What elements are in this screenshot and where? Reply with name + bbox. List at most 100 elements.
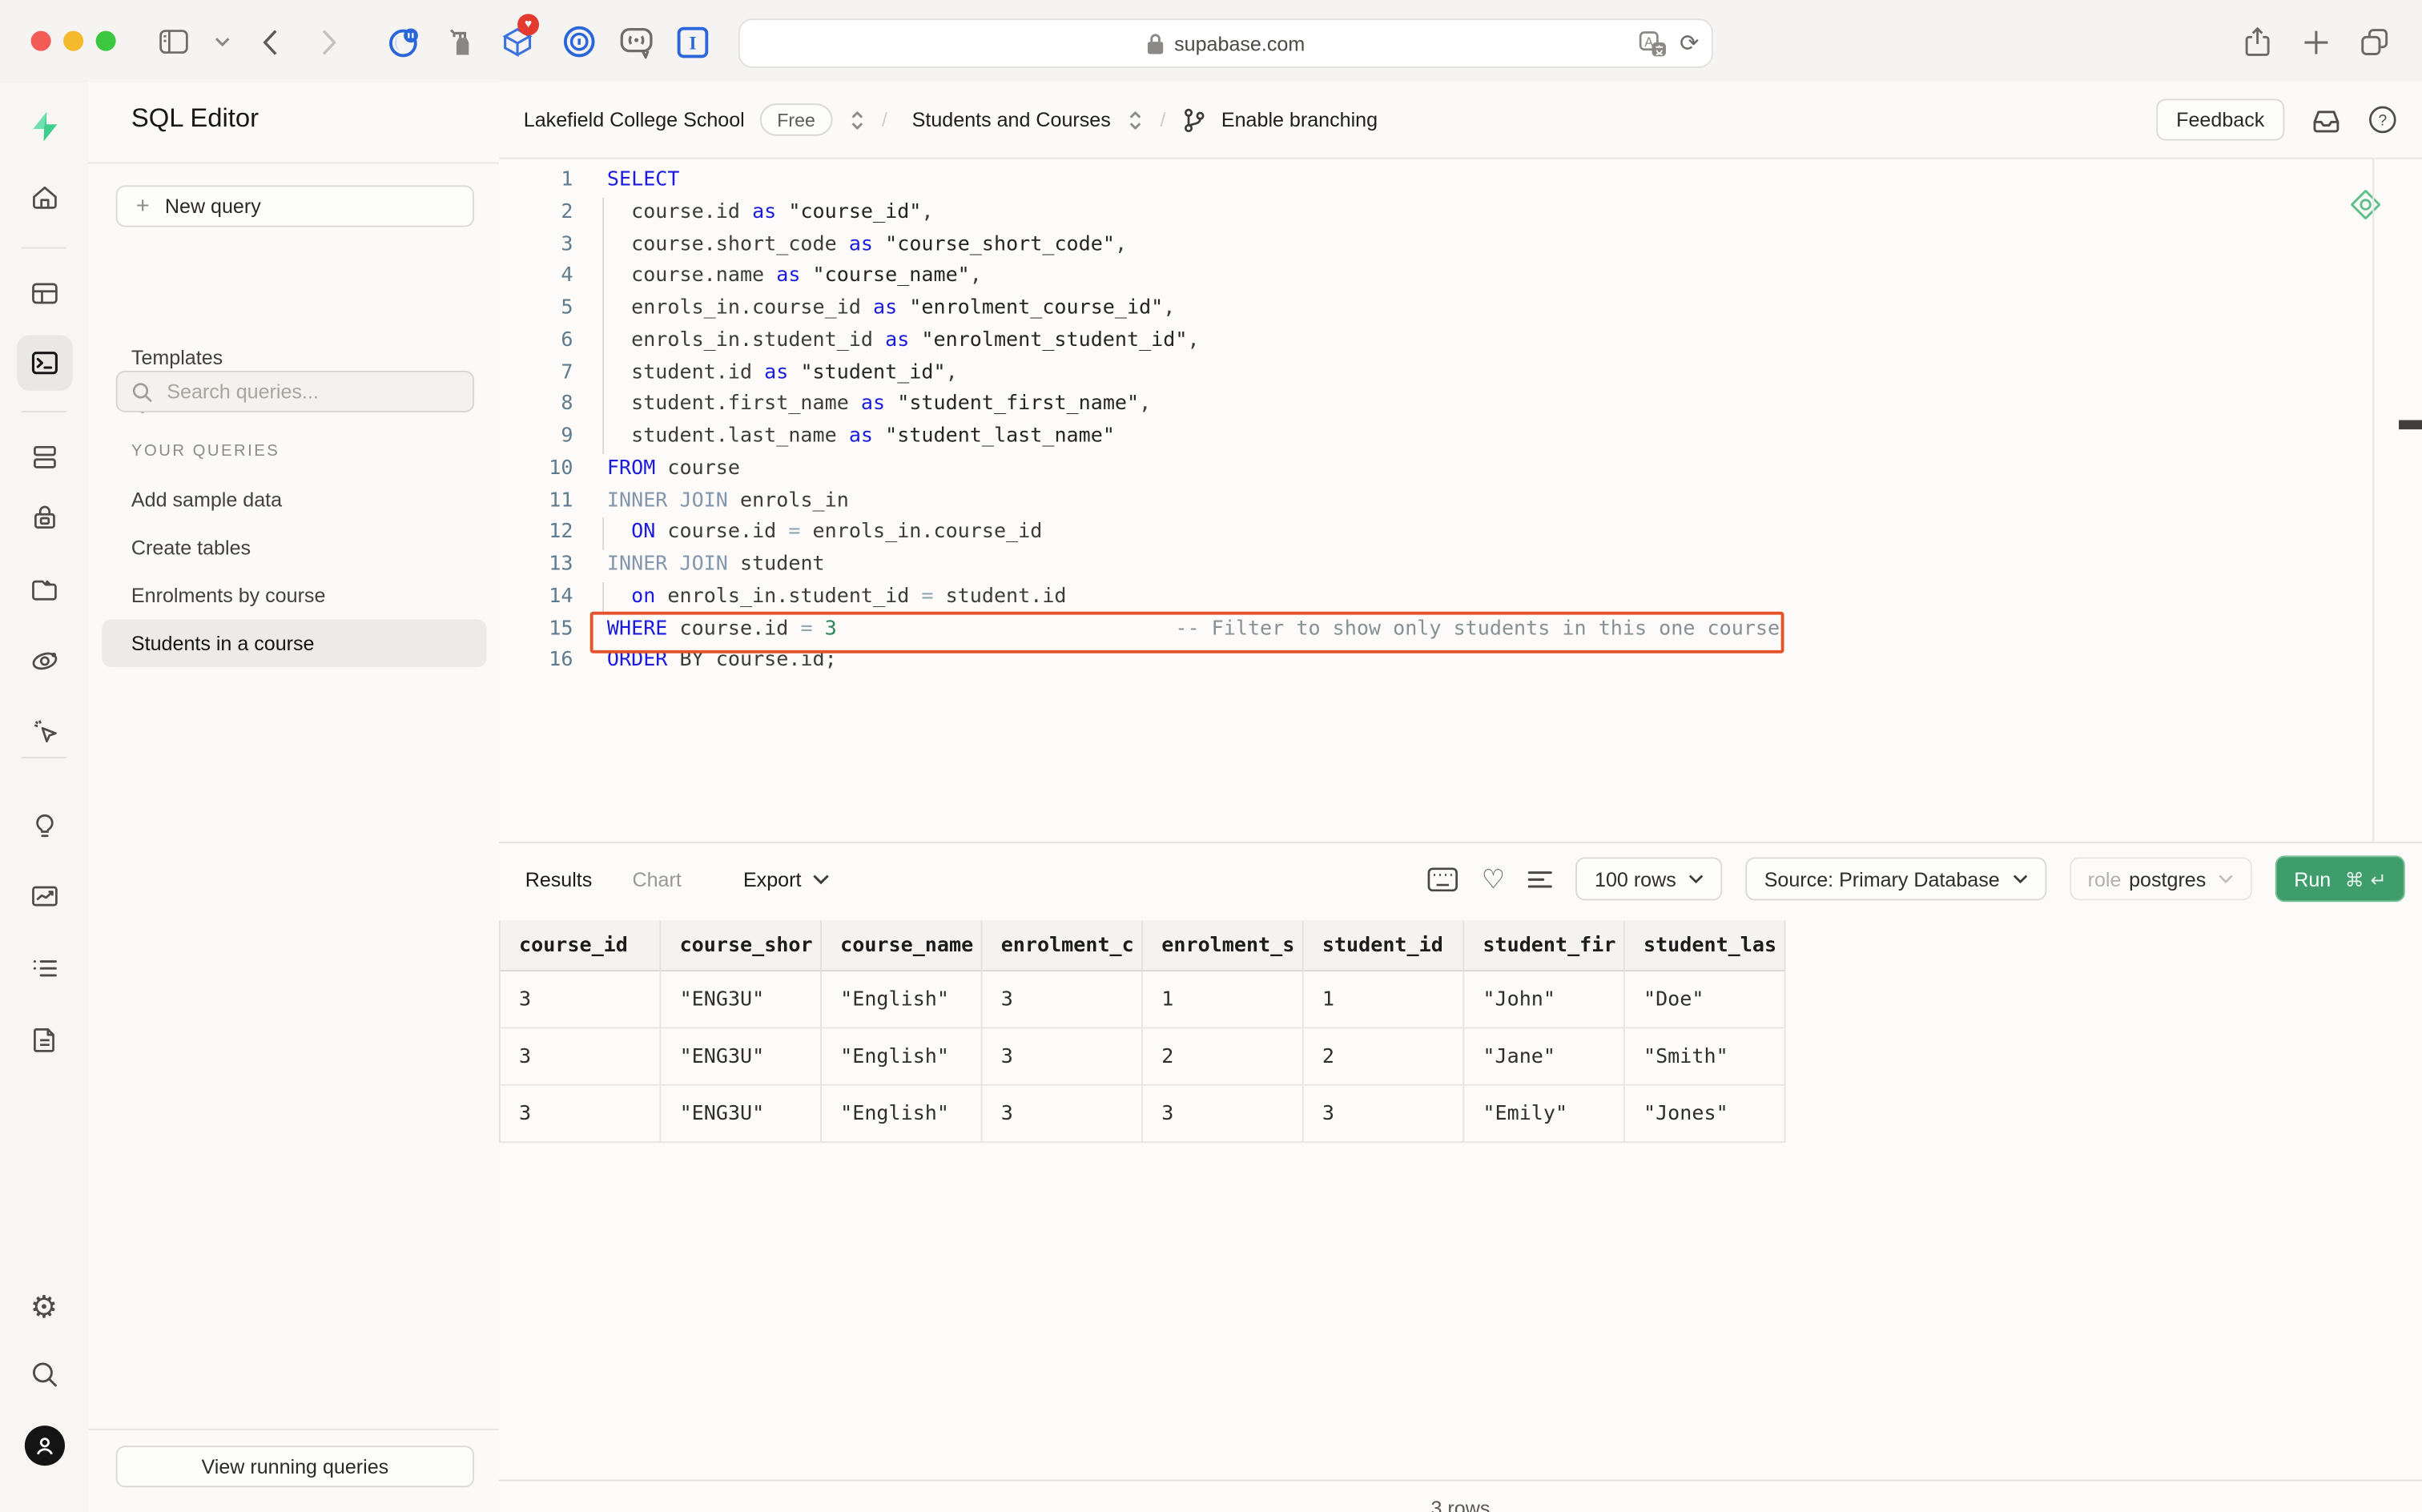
search-queries-input[interactable] [163, 378, 449, 405]
sidebar-item-templates[interactable]: Templates [131, 346, 223, 369]
indent-guide [602, 357, 605, 390]
table-cell[interactable]: "English" [821, 971, 983, 1029]
window-zoom-button[interactable] [95, 30, 116, 51]
extension-instapaper-icon[interactable]: I [674, 23, 710, 60]
supabase-logo[interactable] [16, 99, 71, 154]
org-selector-icon[interactable] [847, 109, 866, 131]
table-cell[interactable]: "Jones" [1624, 1085, 1786, 1144]
role-dropdown[interactable]: role postgres [2069, 857, 2253, 901]
table-cell[interactable]: "Emily" [1464, 1085, 1625, 1144]
window-close-button[interactable] [30, 30, 51, 51]
keyboard-shortcuts-icon[interactable] [1427, 866, 1458, 892]
export-menu[interactable]: Export [743, 867, 829, 891]
translate-icon[interactable]: A [1639, 30, 1668, 57]
nav-database-icon[interactable] [16, 429, 71, 485]
sql-code-editor[interactable]: 1 SELECT 2 course.id as "course_id", 3 cour… [498, 159, 2422, 842]
project-selector-icon[interactable] [1126, 109, 1145, 131]
line-number: 3 [561, 232, 573, 256]
org-name[interactable]: Lakefield College School [524, 108, 745, 131]
query-list-item[interactable]: Students in a course [102, 619, 487, 668]
table-cell[interactable]: "Doe" [1624, 971, 1786, 1029]
nav-reports-icon[interactable] [16, 868, 71, 923]
main-area: Lakefield College School Free / Students… [498, 82, 2422, 1512]
format-lines-icon[interactable] [1528, 869, 1553, 889]
nav-table-editor-icon[interactable] [16, 266, 71, 321]
sidebar-toggle-icon[interactable] [153, 22, 193, 62]
tab-chart[interactable]: Chart [632, 867, 681, 891]
extension-package-icon[interactable]: ♥ [499, 14, 540, 60]
new-query-button[interactable]: + New query [115, 185, 475, 227]
feedback-button[interactable]: Feedback [2156, 99, 2285, 141]
table-cell[interactable]: 3 [1303, 1085, 1465, 1144]
help-icon[interactable]: ? [2368, 105, 2397, 135]
table-cell[interactable]: "Smith" [1624, 1028, 1786, 1086]
table-cell[interactable]: 2 [1303, 1028, 1465, 1086]
extension-cleaner-icon[interactable] [443, 23, 480, 60]
column-header[interactable]: student_id [1303, 920, 1465, 972]
share-icon[interactable] [2237, 22, 2277, 62]
sidebar-chevron-icon[interactable] [203, 22, 243, 62]
view-running-queries-button[interactable]: View running queries [115, 1446, 475, 1488]
table-cell[interactable]: 3 [982, 1028, 1144, 1086]
back-button[interactable] [250, 22, 290, 62]
table-cell[interactable]: 3 [500, 971, 662, 1029]
table-cell[interactable]: "ENG3U" [661, 971, 822, 1029]
column-header[interactable]: course_name [821, 920, 983, 972]
url-bar[interactable]: supabase.com A ⟳ [738, 18, 1713, 68]
column-header[interactable]: student_fir [1464, 920, 1625, 972]
search-queries-box[interactable] [115, 370, 475, 412]
table-cell[interactable]: 3 [500, 1028, 662, 1086]
column-header[interactable]: enrolment_s [1143, 920, 1304, 972]
project-name[interactable]: Students and Courses [912, 108, 1111, 131]
tab-overview-icon[interactable] [2354, 22, 2394, 62]
nav-advisors-icon[interactable] [16, 798, 71, 854]
query-list-item[interactable]: Create tables [102, 524, 486, 572]
query-list-item[interactable]: Enrolments by course [102, 572, 486, 620]
nav-auth-icon[interactable] [16, 489, 71, 545]
scrollbar-thumb[interactable] [2399, 420, 2422, 430]
nav-realtime-icon[interactable] [16, 702, 71, 758]
tab-results[interactable]: Results [525, 867, 593, 891]
rows-limit-dropdown[interactable]: 100 rows [1575, 857, 1723, 901]
forward-button[interactable] [309, 22, 349, 62]
nav-logs-icon[interactable] [16, 940, 71, 995]
extension-speech-bubble-icon[interactable] [618, 23, 654, 60]
table-cell[interactable]: 2 [1143, 1028, 1304, 1086]
source-dropdown[interactable]: Source: Primary Database [1745, 857, 2046, 901]
settings-gear-icon[interactable]: ⚙ [16, 1279, 71, 1334]
nav-sql-editor-icon[interactable] [16, 335, 72, 391]
table-cell[interactable]: "English" [821, 1085, 983, 1144]
table-cell[interactable]: "ENG3U" [661, 1085, 822, 1144]
table-cell[interactable]: "English" [821, 1028, 983, 1086]
reload-icon[interactable]: ⟳ [1680, 30, 1699, 58]
line-number: 1 [561, 168, 573, 192]
enable-branching-button[interactable]: Enable branching [1221, 108, 1378, 131]
table-cell[interactable]: 3 [1143, 1085, 1304, 1144]
extension-timer-icon[interactable] [384, 23, 421, 60]
rail-search-icon[interactable] [16, 1347, 71, 1402]
nav-api-docs-icon[interactable] [16, 1011, 71, 1067]
nav-edge-functions-icon[interactable] [16, 633, 71, 689]
run-query-button[interactable]: Run ⌘ ↵ [2275, 855, 2405, 903]
new-tab-icon[interactable] [2295, 22, 2336, 62]
nav-storage-icon[interactable] [16, 562, 71, 617]
table-cell[interactable]: "Jane" [1464, 1028, 1625, 1086]
table-cell[interactable]: 1 [1143, 971, 1304, 1029]
table-cell[interactable]: 1 [1303, 971, 1465, 1029]
column-header[interactable]: student_las [1624, 920, 1786, 972]
extension-1password-icon[interactable] [561, 23, 597, 60]
table-cell[interactable]: 3 [500, 1085, 662, 1144]
column-header[interactable]: enrolment_c [982, 920, 1144, 972]
table-cell[interactable]: 3 [982, 971, 1144, 1029]
table-cell[interactable]: "ENG3U" [661, 1028, 822, 1086]
window-minimize-button[interactable] [63, 30, 84, 51]
favorite-heart-icon[interactable]: ♡ [1482, 866, 1505, 892]
inbox-icon[interactable] [2311, 106, 2342, 134]
column-header[interactable]: course_id [500, 920, 662, 972]
query-list-item[interactable]: Add sample data [102, 476, 486, 524]
table-cell[interactable]: "John" [1464, 971, 1625, 1029]
user-avatar[interactable] [23, 1426, 65, 1466]
nav-home-icon[interactable] [16, 170, 71, 225]
table-cell[interactable]: 3 [982, 1085, 1144, 1144]
column-header[interactable]: course_shor [661, 920, 822, 972]
